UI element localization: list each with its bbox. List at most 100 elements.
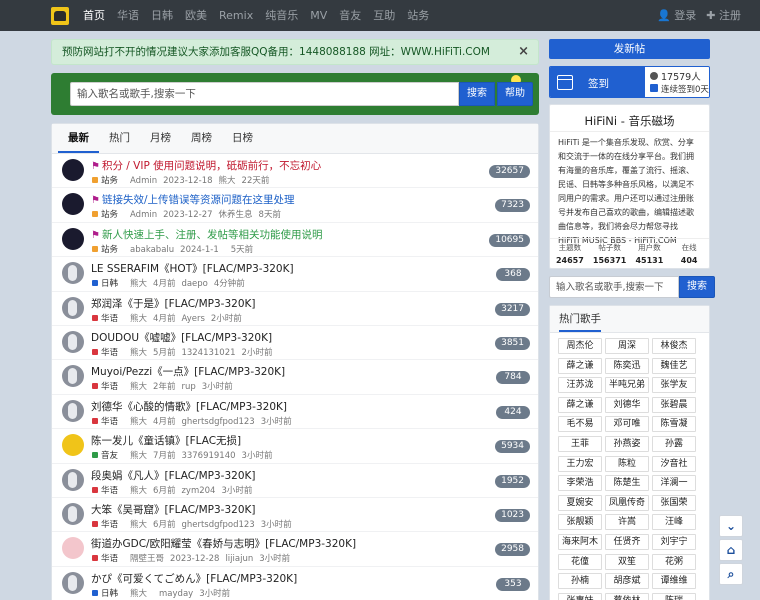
singer-tag[interactable]: 双笙 bbox=[605, 553, 649, 570]
thread-title[interactable]: Muyoi/Pezzi《一点》[FLAC/MP3-320K] bbox=[91, 364, 285, 379]
singer-tag[interactable]: 薛之谦 bbox=[558, 396, 602, 413]
avatar[interactable] bbox=[62, 502, 84, 525]
signin-widget[interactable]: 签到 17579人 连续签到0天 bbox=[549, 66, 710, 98]
thread-author[interactable]: 熊大 bbox=[130, 382, 147, 392]
help-button[interactable]: 帮助 bbox=[497, 82, 533, 106]
nav-item[interactable]: 华语 bbox=[111, 0, 145, 31]
singer-tag[interactable]: 张学友 bbox=[652, 377, 696, 394]
thread-title[interactable]: ⚑ 链接失效/上传错误等资源问题在这里处理 bbox=[91, 192, 295, 207]
singer-tag[interactable]: 陈雪凝 bbox=[652, 416, 696, 433]
singer-tag[interactable]: 薛之谦 bbox=[558, 357, 602, 374]
forum-tag[interactable]: 华语 bbox=[92, 314, 124, 324]
forum-tag[interactable]: 站务 bbox=[92, 245, 124, 255]
table-row[interactable]: 段奥娟《凡人》[FLAC/MP3-320K] 华语 熊大 6月前 zym204 3小时前 1… bbox=[52, 464, 538, 498]
table-row[interactable]: 街道办GDC/欧阳耀莹《春娇与志明》[FLAC/MP3-320K] 华语 隔壁王哥 2… bbox=[52, 532, 538, 567]
table-row[interactable]: 郑润泽《于是》[FLAC/MP3-320K] 华语 熊大 4月前 Ayers 2小时前 32… bbox=[52, 292, 538, 326]
last-reply-user[interactable]: daepo bbox=[181, 279, 207, 289]
singer-tag[interactable]: 陈瑞 bbox=[652, 592, 696, 600]
thread-title[interactable]: DOUDOU《嘘嘘》[FLAC/MP3-320K] bbox=[91, 330, 272, 345]
tab[interactable]: 最新 bbox=[58, 124, 99, 153]
singer-tag[interactable]: 刘宇宁 bbox=[652, 533, 696, 550]
chevron-down-icon[interactable]: ⌄ bbox=[719, 515, 743, 537]
site-logo[interactable] bbox=[51, 6, 69, 25]
signin-button[interactable]: 签到 bbox=[550, 67, 645, 97]
singer-tag[interactable]: 周杰伦 bbox=[558, 338, 602, 354]
avatar[interactable] bbox=[62, 159, 84, 181]
thread-author[interactable]: 熊大 bbox=[130, 589, 147, 599]
forum-tag[interactable]: 华语 bbox=[92, 348, 124, 358]
avatar[interactable] bbox=[62, 434, 84, 457]
table-row[interactable]: Muyoi/Pezzi《一点》[FLAC/MP3-320K] 华语 熊大 2年前 rup… bbox=[52, 360, 538, 395]
thread-author[interactable]: 熊大 bbox=[130, 451, 147, 461]
thread-author[interactable]: 熊大 bbox=[130, 486, 147, 496]
last-reply-user[interactable]: Ayers bbox=[181, 314, 204, 324]
thread-author[interactable]: 熊大 bbox=[130, 348, 147, 358]
thread-author[interactable]: 熊大 bbox=[130, 417, 147, 427]
nav-item[interactable]: 站务 bbox=[401, 0, 435, 31]
thread-author[interactable]: abakabalu bbox=[130, 245, 174, 255]
avatar[interactable] bbox=[62, 227, 84, 250]
tab[interactable]: 周榜 bbox=[181, 124, 222, 153]
singer-tag[interactable]: 汐音社 bbox=[652, 455, 696, 472]
table-row[interactable]: DOUDOU《嘘嘘》[FLAC/MP3-320K] 华语 熊大 5月前 13241310… bbox=[52, 326, 538, 361]
singer-tag[interactable]: 夏婉安 bbox=[558, 494, 602, 511]
thread-title[interactable]: 陈一发儿《童话镇》[FLAC无损] bbox=[91, 433, 241, 448]
table-row[interactable]: 刘德华《心酸的情歌》[FLAC/MP3-320K] 华语 熊大 4月前 ghertsdg… bbox=[52, 395, 538, 430]
forum-tag[interactable]: 华语 bbox=[92, 417, 124, 427]
avatar[interactable] bbox=[62, 468, 84, 491]
thread-title[interactable]: ⚑ 积分 / VIP 使用问题说明，砥砺前行，不忘初心 bbox=[91, 158, 321, 173]
singer-tag[interactable]: 花僮 bbox=[558, 553, 602, 570]
singer-tag[interactable]: 王菲 bbox=[558, 435, 602, 452]
avatar[interactable] bbox=[62, 365, 84, 388]
thread-author[interactable]: 隔壁王哥 bbox=[130, 554, 164, 564]
new-post-button[interactable]: 发新帖 bbox=[549, 39, 710, 59]
thread-title[interactable]: 段奥娟《凡人》[FLAC/MP3-320K] bbox=[91, 468, 255, 483]
singer-tag[interactable]: 蔡依林 bbox=[605, 592, 649, 600]
singer-tag[interactable]: 任贤齐 bbox=[605, 533, 649, 550]
thread-title[interactable]: 刘德华《心酸的情歌》[FLAC/MP3-320K] bbox=[91, 399, 287, 414]
forum-tag[interactable]: 华语 bbox=[92, 382, 124, 392]
singer-tag[interactable]: 半吨兄弟 bbox=[605, 377, 649, 394]
search-button[interactable]: 搜索 bbox=[459, 82, 495, 106]
singer-tag[interactable]: 林俊杰 bbox=[652, 338, 696, 354]
singer-tag[interactable]: 毛不易 bbox=[558, 416, 602, 433]
singer-tag[interactable]: 胡彦斌 bbox=[605, 573, 649, 590]
search-input[interactable] bbox=[70, 82, 459, 106]
nav-item[interactable]: 首页 bbox=[77, 0, 111, 31]
last-reply-user[interactable]: 熊大 bbox=[219, 176, 236, 186]
forum-tag[interactable]: 音友 bbox=[92, 451, 124, 461]
singer-tag[interactable]: 谭维维 bbox=[652, 573, 696, 590]
thread-title[interactable]: ⚑ 新人快速上手、注册、发帖等相关功能使用说明 bbox=[91, 227, 322, 242]
login-link[interactable]: 👤 登录 bbox=[652, 0, 701, 31]
avatar[interactable] bbox=[62, 399, 84, 422]
singer-tag[interactable]: 张碧晨 bbox=[652, 396, 696, 413]
thread-title[interactable]: かぴ《可爱くてごめん》[FLAC/MP3-320K] bbox=[91, 571, 297, 586]
avatar[interactable] bbox=[62, 571, 84, 594]
table-row[interactable]: ⚑ 新人快速上手、注册、发帖等相关功能使用说明 站务 abakabalu 2024-1-… bbox=[52, 223, 538, 258]
avatar[interactable] bbox=[62, 262, 84, 285]
tab[interactable]: 月榜 bbox=[140, 124, 181, 153]
thread-title[interactable]: 大笨《吴哥窟》[FLAC/MP3-320K] bbox=[91, 502, 255, 517]
nav-item[interactable]: Remix bbox=[213, 0, 259, 31]
tab[interactable]: 日榜 bbox=[222, 124, 263, 153]
table-row[interactable]: ⚑ 积分 / VIP 使用问题说明，砥砺前行，不忘初心 站务 Admin 2023-12… bbox=[52, 154, 538, 189]
last-reply-user[interactable]: 3376919140 bbox=[181, 451, 235, 461]
nav-item[interactable]: 音友 bbox=[333, 0, 367, 31]
singer-tag[interactable]: 周深 bbox=[605, 338, 649, 354]
forum-tag[interactable]: 日韩 bbox=[92, 279, 124, 289]
singer-tag[interactable]: 凤凰传奇 bbox=[605, 494, 649, 511]
singer-tag[interactable]: 许嵩 bbox=[605, 514, 649, 531]
nav-item[interactable]: MV bbox=[304, 0, 333, 31]
nav-item[interactable]: 欧美 bbox=[179, 0, 213, 31]
singer-tag[interactable]: 陈楚生 bbox=[605, 475, 649, 492]
home-icon[interactable]: ⌂ bbox=[719, 539, 743, 561]
register-link[interactable]: ✚ 注册 bbox=[701, 0, 746, 31]
last-reply-user[interactable]: 休养生息 bbox=[219, 210, 253, 220]
thread-author[interactable]: Admin bbox=[130, 176, 157, 186]
forum-tag[interactable]: 华语 bbox=[92, 486, 124, 496]
forum-tag[interactable]: 站务 bbox=[92, 176, 124, 186]
search-icon[interactable]: ⌕ bbox=[719, 563, 743, 585]
forum-tag[interactable]: 华语 bbox=[92, 520, 124, 530]
thread-title[interactable]: LE SSERAFIM《HOT》[FLAC/MP3-320K] bbox=[91, 261, 294, 276]
singer-tag[interactable]: 刘德华 bbox=[605, 396, 649, 413]
